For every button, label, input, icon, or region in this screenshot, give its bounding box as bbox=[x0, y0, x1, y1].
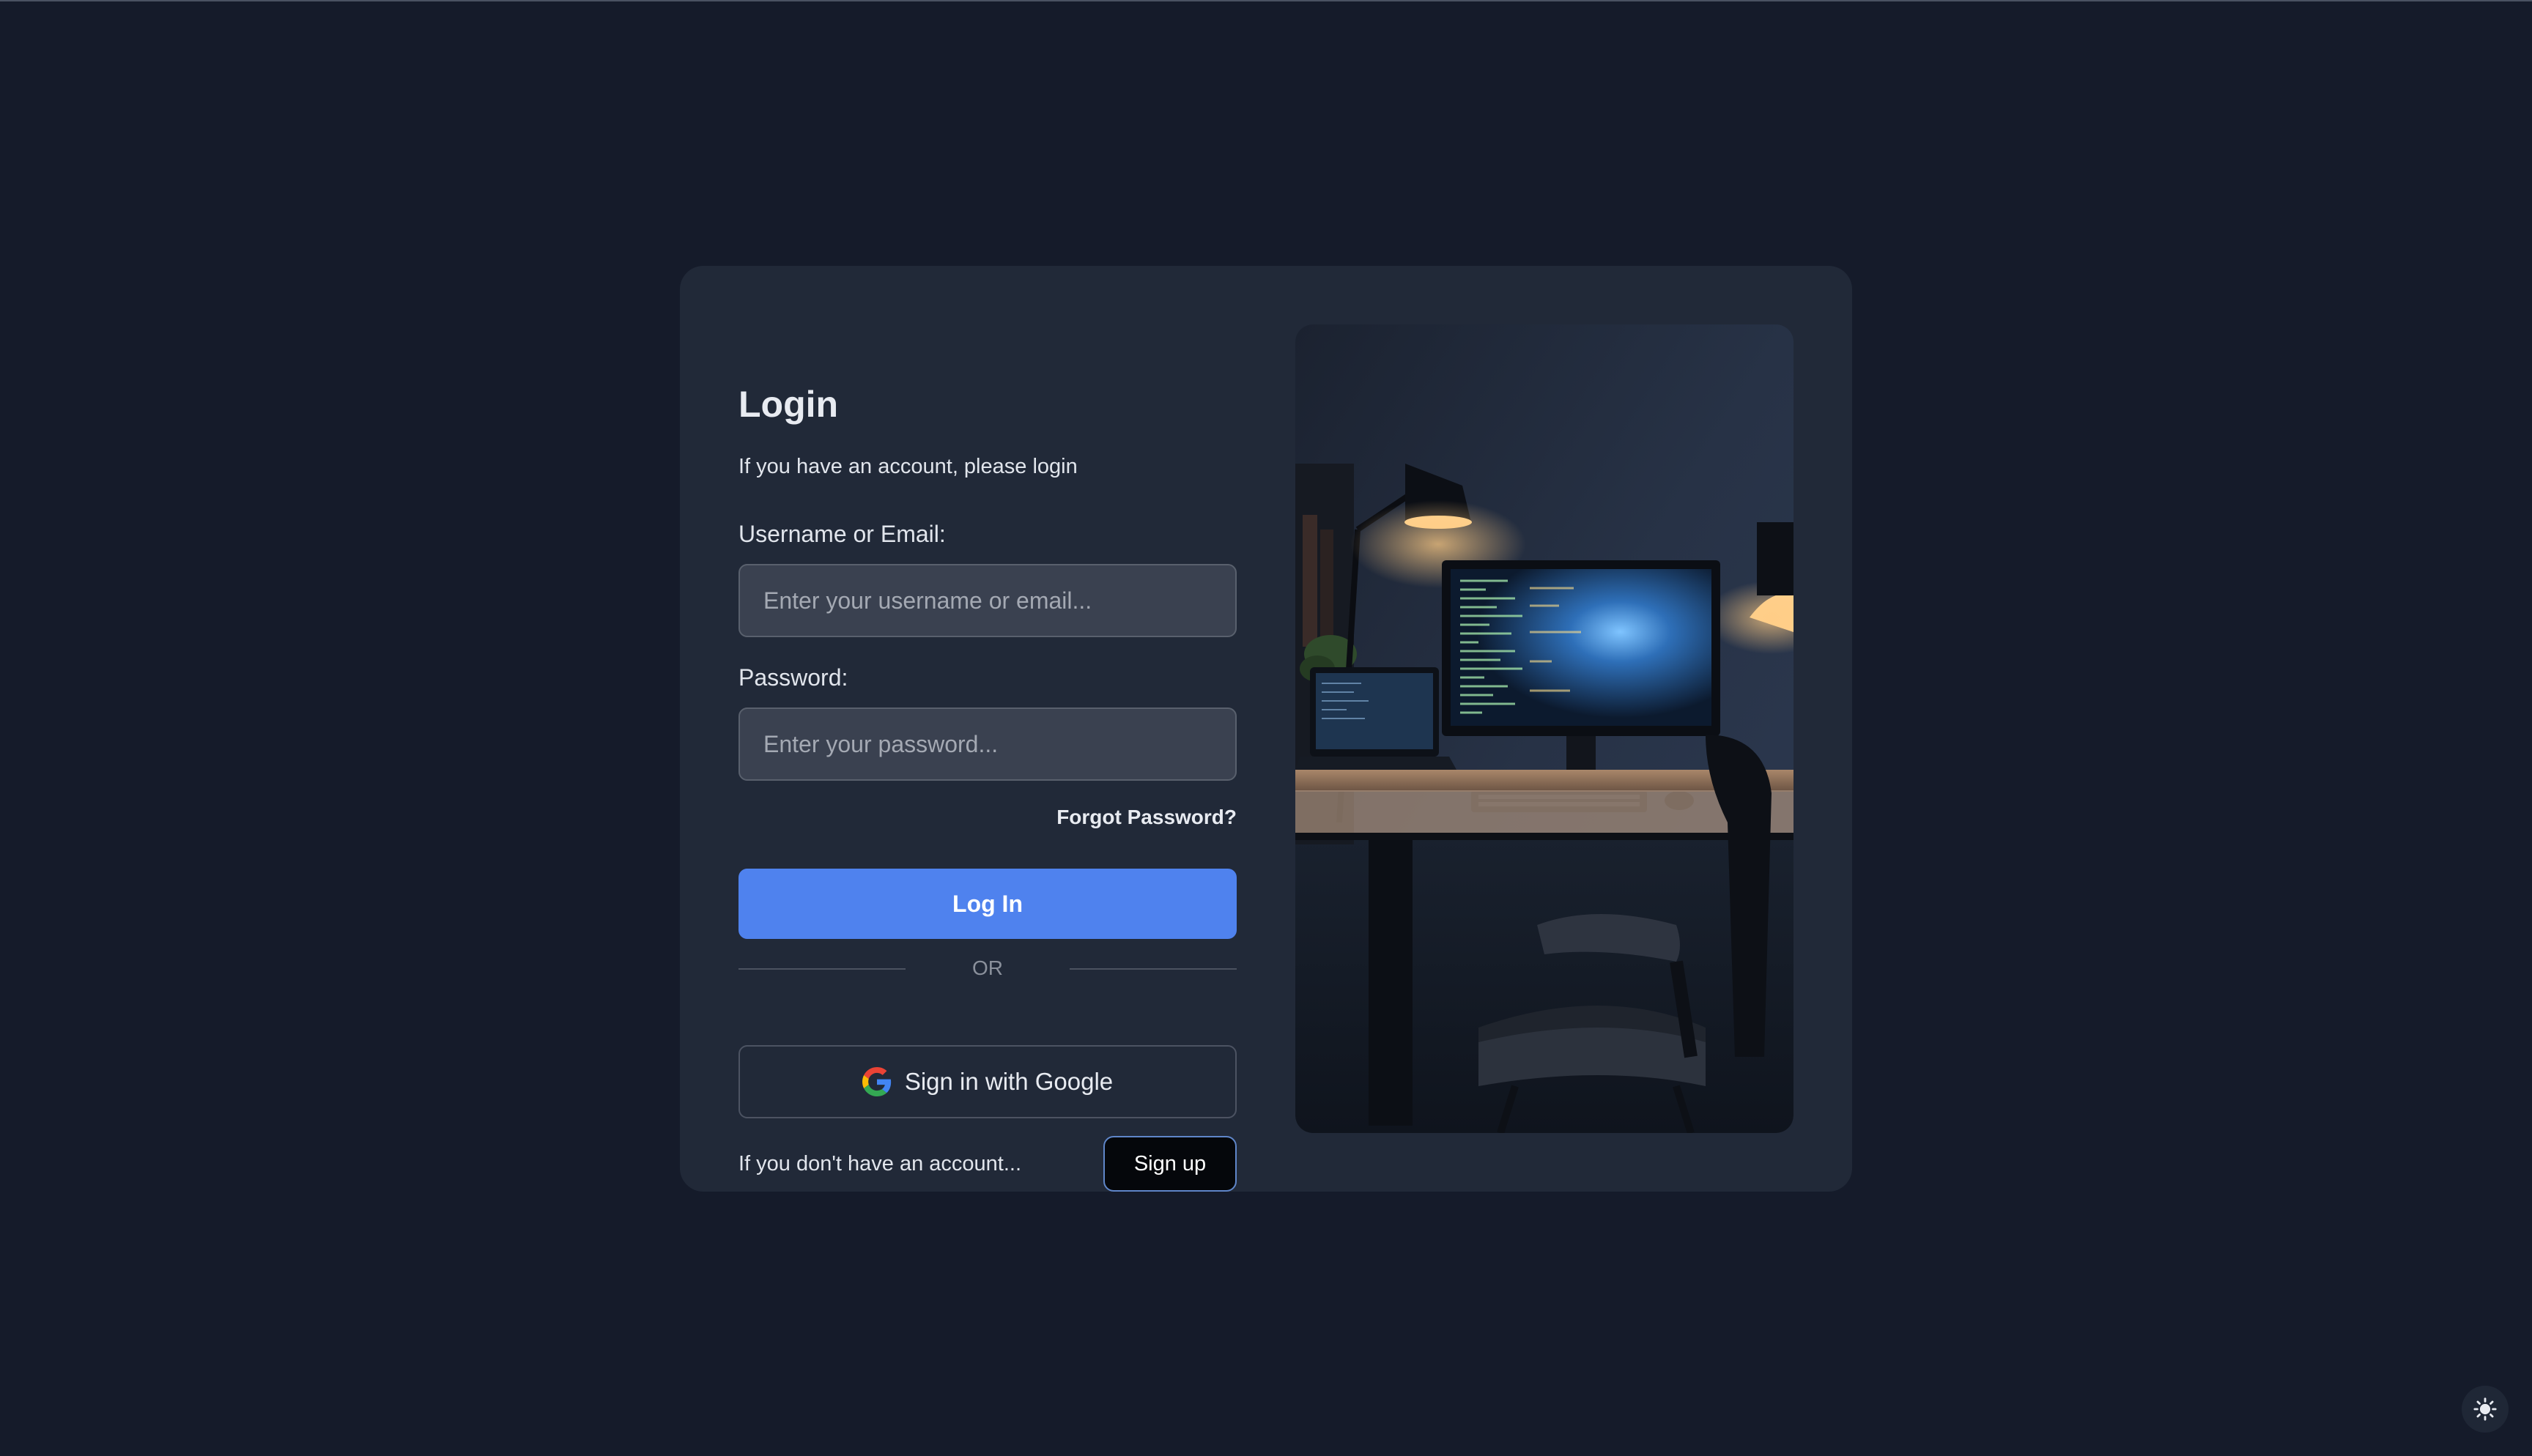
page-title: Login bbox=[738, 384, 839, 425]
password-input[interactable] bbox=[738, 707, 1237, 781]
forgot-password-link[interactable]: Forgot Password? bbox=[1056, 806, 1237, 829]
top-border bbox=[0, 0, 2532, 1]
username-input[interactable] bbox=[738, 564, 1237, 637]
signup-row: If you don't have an account... Sign up bbox=[738, 1136, 1237, 1192]
divider-line-right bbox=[1070, 968, 1237, 970]
theme-toggle-button[interactable] bbox=[2462, 1386, 2509, 1433]
password-label: Password: bbox=[738, 664, 848, 691]
workspace-illustration bbox=[1295, 324, 1793, 1133]
google-signin-label: Sign in with Google bbox=[904, 1068, 1114, 1095]
or-divider: OR bbox=[738, 939, 1237, 998]
login-card: Login If you have an account, please log… bbox=[680, 266, 1852, 1192]
google-g-icon bbox=[862, 1067, 892, 1096]
google-signin-button[interactable]: Sign in with Google bbox=[738, 1045, 1237, 1118]
login-subtitle: If you have an account, please login bbox=[738, 455, 1078, 478]
sun-icon bbox=[2473, 1397, 2498, 1422]
signup-prompt: If you don't have an account... bbox=[738, 1152, 1022, 1175]
username-label: Username or Email: bbox=[738, 521, 946, 547]
signup-button[interactable]: Sign up bbox=[1103, 1136, 1237, 1192]
login-button[interactable]: Log In bbox=[738, 869, 1237, 939]
